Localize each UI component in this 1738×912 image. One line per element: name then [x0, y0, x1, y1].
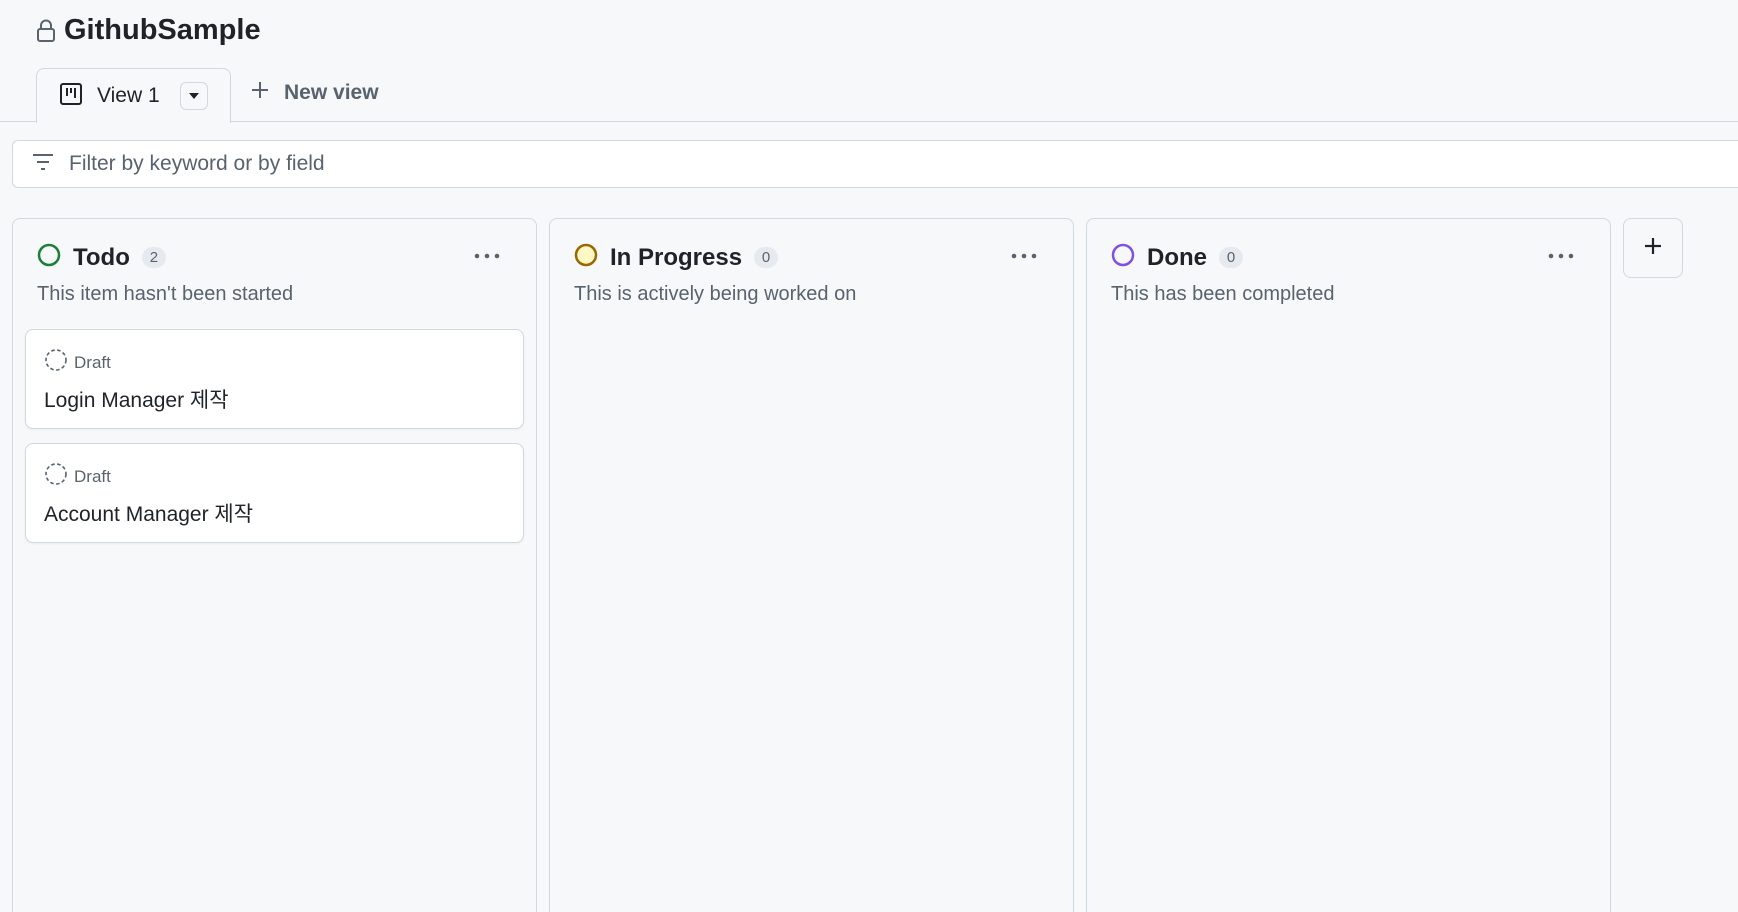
view-options-button[interactable]: [179, 82, 208, 110]
board-column-in-progress: In Progress 0 This is actively being wor…: [549, 218, 1074, 912]
triangle-down-icon: [188, 87, 200, 105]
issue-draft-icon: [44, 348, 68, 377]
card-status-label: Draft: [74, 352, 111, 372]
card-title[interactable]: Account Manager 제작: [44, 498, 253, 528]
kebab-horizontal-icon[interactable]: [1548, 247, 1574, 265]
project-title-row: GithubSample: [36, 14, 261, 47]
plus-icon: [250, 80, 270, 105]
lock-icon: [36, 19, 56, 43]
column-header: Todo 2: [37, 243, 166, 272]
card-status: Draft: [44, 348, 111, 377]
project-header: GithubSample View 1 New view: [0, 0, 1738, 123]
add-column-button[interactable]: [1623, 218, 1683, 278]
tab-view-1[interactable]: View 1: [36, 68, 231, 123]
column-count: 2: [141, 247, 166, 268]
plus-icon: [1642, 235, 1664, 262]
column-name: Todo: [73, 243, 130, 271]
column-description: This item hasn't been started: [37, 283, 294, 305]
column-name: Done: [1147, 243, 1207, 271]
filter-input[interactable]: Filter by keyword or by field: [69, 152, 325, 176]
kebab-horizontal-icon[interactable]: [1011, 247, 1037, 265]
status-circle-icon: [1111, 243, 1135, 272]
column-name: In Progress: [610, 243, 743, 271]
board-card[interactable]: Draft Login Manager 제작: [25, 329, 524, 429]
column-header: In Progress 0: [574, 243, 779, 272]
new-view-button[interactable]: New view: [250, 80, 379, 105]
new-view-label: New view: [284, 80, 379, 104]
card-status: Draft: [44, 462, 111, 491]
tab-label: View 1: [97, 84, 160, 107]
status-circle-icon: [37, 243, 61, 272]
card-status-label: Draft: [74, 466, 111, 486]
filter-icon: [31, 152, 55, 177]
column-count: 0: [754, 247, 779, 268]
column-description: This is actively being worked on: [574, 283, 857, 305]
project-board-icon: [59, 82, 83, 111]
kebab-horizontal-icon[interactable]: [474, 247, 500, 265]
status-circle-icon: [574, 243, 598, 272]
column-header: Done 0: [1111, 243, 1243, 272]
column-description: This has been completed: [1111, 283, 1335, 305]
board-column-todo: Todo 2 This item hasn't been started Dra…: [12, 218, 537, 912]
board-column-done: Done 0 This has been completed: [1086, 218, 1611, 912]
filter-bar[interactable]: Filter by keyword or by field: [12, 140, 1738, 188]
issue-draft-icon: [44, 462, 68, 491]
card-title[interactable]: Login Manager 제작: [44, 384, 229, 414]
page-title[interactable]: GithubSample: [64, 14, 261, 47]
column-count: 0: [1219, 247, 1243, 268]
board-card[interactable]: Draft Account Manager 제작: [25, 443, 524, 543]
